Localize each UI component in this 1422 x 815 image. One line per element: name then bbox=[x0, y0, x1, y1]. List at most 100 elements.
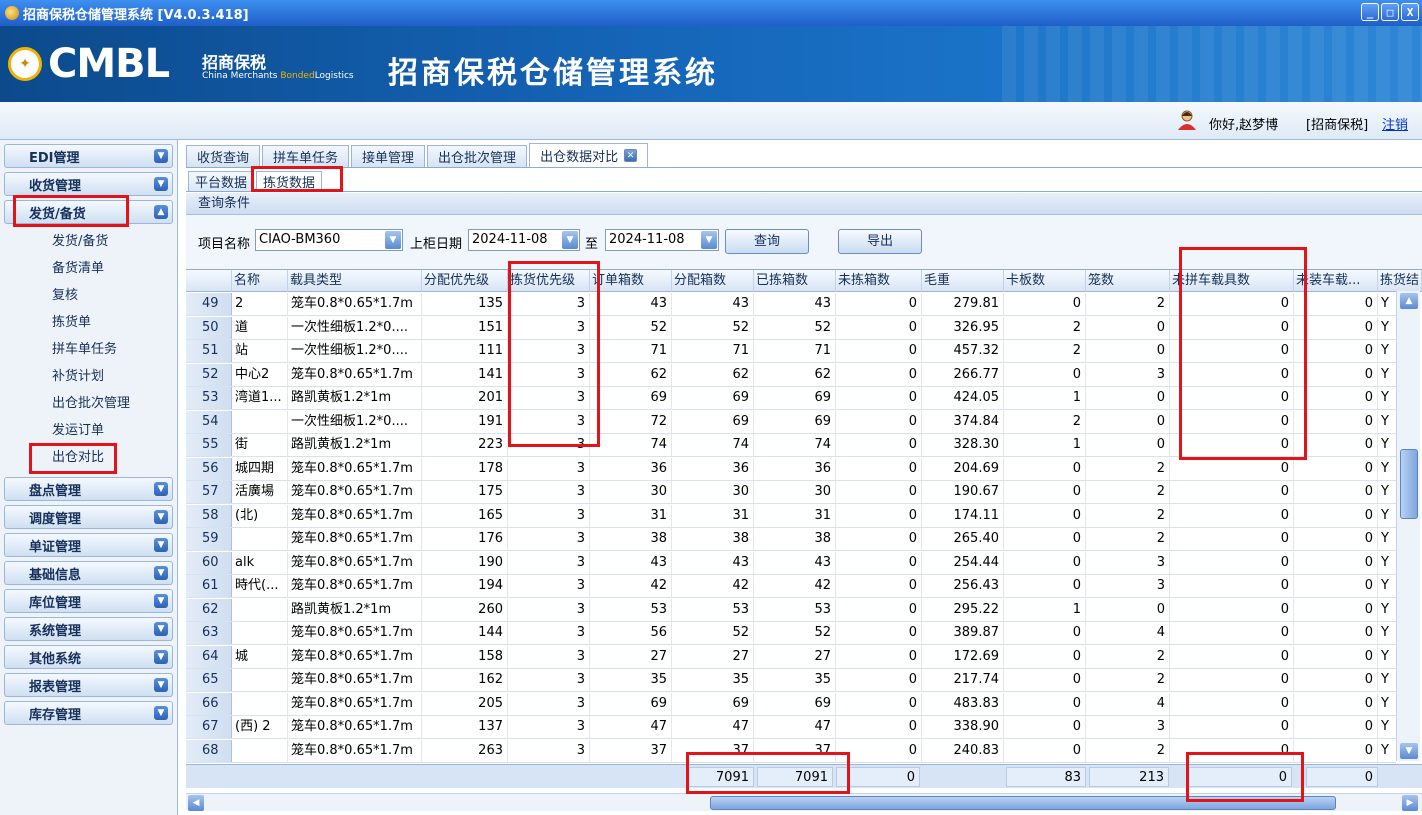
sidebar-item-stock-list[interactable]: 备货清单 bbox=[0, 255, 177, 282]
header-picked-boxes[interactable]: 已拣箱数 bbox=[754, 270, 836, 292]
horizontal-scroll-thumb[interactable] bbox=[710, 796, 1336, 810]
cell-gross-weight: 326.95 bbox=[922, 316, 1004, 339]
tab-receiving-query[interactable]: 收货查询 bbox=[186, 145, 261, 167]
cell-name bbox=[232, 739, 288, 762]
cell-carrier-type: 笼车0.8*0.65*1.7m bbox=[288, 716, 422, 738]
sidebar-item-dispatch-order[interactable]: 发运订单 bbox=[0, 417, 177, 444]
minimize-button[interactable]: _ bbox=[1361, 3, 1379, 21]
cell-unpicked-boxes: 0 bbox=[836, 387, 922, 409]
sidebar-item-shipping[interactable]: 发货/备货 bbox=[0, 228, 177, 255]
sidebar-group-edi[interactable]: EDI管理 ▼ bbox=[4, 144, 173, 168]
sidebar-group-shipping[interactable]: 发货/备货 ▲ bbox=[4, 200, 173, 224]
sidebar-item-outbound-batch[interactable]: 出仓批次管理 bbox=[0, 390, 177, 417]
tab-carpool-task[interactable]: 拼车单任务 bbox=[262, 145, 350, 167]
sidebar-item-replenish-plan[interactable]: 补货计划 bbox=[0, 363, 177, 390]
cell-picked-boxes: 74 bbox=[754, 434, 836, 456]
table-row[interactable]: 68 笼车0.8*0.65*1.7m 263 3 37 37 37 0 240.83 0 2 0 0 Y bbox=[186, 739, 1400, 763]
header-order-boxes[interactable]: 订单箱数 bbox=[590, 270, 672, 292]
project-select[interactable]: CIAO-BM360 ▼ bbox=[255, 229, 403, 251]
sidebar-item-carpool-task[interactable]: 拼车单任务 bbox=[0, 336, 177, 363]
sidebar-group-system[interactable]: 系统管理 ▼ bbox=[4, 617, 173, 641]
table-row[interactable]: 55 街路凯黄板1.2*1m 223 3 74 74 74 0 328.30 1 0 0 0 Y bbox=[186, 434, 1400, 457]
header-pallets[interactable]: 卡板数 bbox=[1004, 270, 1086, 292]
cell-cages: 3 bbox=[1086, 363, 1170, 386]
sidebar-item-outbound-compare[interactable]: 出仓对比 bbox=[0, 444, 177, 471]
sidebar-group-receiving[interactable]: 收货管理 ▼ bbox=[4, 172, 173, 196]
tab-outbound-batch[interactable]: 出仓批次管理 bbox=[427, 145, 528, 167]
scroll-right-icon[interactable]: ▶ bbox=[1402, 795, 1418, 811]
sidebar-item-review[interactable]: 复核 bbox=[0, 282, 177, 309]
date-from-picker[interactable]: 2024-11-08 ▼ bbox=[468, 229, 580, 251]
table-row[interactable]: 56 城四期 笼车0.8*0.65*1.7m 178 3 36 36 36 0 204.69 0 2 0… bbox=[186, 457, 1400, 481]
cell-unloaded: 0 bbox=[1294, 316, 1378, 339]
scroll-up-icon[interactable]: ▲ bbox=[1400, 293, 1418, 309]
header-cages[interactable]: 笼数 bbox=[1086, 270, 1170, 292]
table-row[interactable]: 67 (西) 2 笼车0.8*0.65*1.7m 137 3 47 47 47 0 338.90 0… bbox=[186, 716, 1400, 739]
close-tab-icon[interactable]: ✕ bbox=[624, 149, 638, 162]
header-unloaded[interactable]: 未装车载... bbox=[1294, 270, 1378, 292]
table-row[interactable]: 65 笼车0.8*0.65*1.7m 162 3 35 35 35 0 217.74 0 2 0 0 Y bbox=[186, 669, 1400, 692]
cell-unpicked-boxes: 0 bbox=[836, 551, 922, 574]
tab-outbound-compare[interactable]: 出仓数据对比 ✕ bbox=[529, 143, 649, 167]
table-row[interactable]: 63 笼车0.8*0.65*1.7m 144 3 56 52 52 0 389.87 0 4 0 0 Y bbox=[186, 622, 1400, 645]
header-alloc-boxes[interactable]: 分配箱数 bbox=[672, 270, 754, 292]
table-row[interactable]: 51 站一次性细板1.2*0.... 111 3 71 71 71 0 457.32 2 0 0 0 Y bbox=[186, 340, 1400, 363]
header-name[interactable]: 名称 bbox=[232, 270, 288, 292]
search-button[interactable]: 查询 bbox=[725, 229, 809, 254]
scroll-down-icon[interactable]: ▼ bbox=[1400, 743, 1418, 759]
header-gross-weight[interactable]: 毛重 bbox=[922, 270, 1004, 292]
cell-pallets: 0 bbox=[1004, 363, 1086, 386]
scroll-left-icon[interactable]: ◀ bbox=[188, 795, 204, 811]
sidebar-group-location[interactable]: 库位管理 ▼ bbox=[4, 589, 173, 613]
calendar-dropdown-icon[interactable]: ▼ bbox=[701, 231, 717, 249]
close-button[interactable]: X bbox=[1401, 3, 1419, 21]
table-row[interactable]: 54 一次性细板1.2*0.... 191 3 72 69 69 0 374.84 2 0 0 0 Y bbox=[186, 410, 1400, 434]
sidebar-item-pick-list[interactable]: 拣货单 bbox=[0, 309, 177, 336]
table-row[interactable]: 64 城笼车0.8*0.65*1.7m 158 3 27 27 27 0 172.69 0 2 0 0 Y bbox=[186, 645, 1400, 669]
cell-name bbox=[232, 622, 288, 644]
subtab-platform-data[interactable]: 平台数据 bbox=[188, 171, 255, 191]
table-row[interactable]: 61 時代(... 笼车0.8*0.65*1.7m 194 3 42 42 42 0 256.43… bbox=[186, 575, 1400, 598]
calendar-dropdown-icon[interactable]: ▼ bbox=[562, 231, 578, 249]
sidebar-group-basic-info[interactable]: 基础信息 ▼ bbox=[4, 561, 173, 585]
vertical-scroll-thumb[interactable] bbox=[1400, 449, 1418, 519]
table-row[interactable]: 66 笼车0.8*0.65*1.7m 205 3 69 69 69 0 483.83 0 4 0 0 Y bbox=[186, 692, 1400, 716]
logout-link[interactable]: 注销 bbox=[1382, 114, 1408, 133]
chevron-down-icon[interactable]: ▼ bbox=[385, 231, 401, 249]
date-to-picker[interactable]: 2024-11-08 ▼ bbox=[605, 229, 719, 251]
horizontal-scrollbar[interactable]: ◀ ▶ bbox=[186, 793, 1422, 811]
cell-cages: 2 bbox=[1086, 504, 1170, 527]
sidebar-group-inventory[interactable]: 库存管理 ▼ bbox=[4, 701, 173, 725]
header-pick-priority[interactable]: 拣货优先级 bbox=[508, 270, 590, 292]
header-alloc-priority[interactable]: 分配优先级 bbox=[422, 270, 508, 292]
maximize-button[interactable]: □ bbox=[1381, 3, 1399, 21]
header-unpicked-boxes[interactable]: 未拣箱数 bbox=[836, 270, 922, 292]
cell-pick-priority: 3 bbox=[508, 598, 590, 621]
vertical-scrollbar[interactable]: ▲ ▼ bbox=[1396, 291, 1420, 761]
table-row[interactable]: 59 笼车0.8*0.65*1.7m 176 3 38 38 38 0 265.40 0 2 0 0 Y bbox=[186, 528, 1400, 551]
sidebar-group-documents[interactable]: 单证管理 ▼ bbox=[4, 533, 173, 557]
cell-alloc-boxes: 53 bbox=[672, 598, 754, 621]
table-row[interactable]: 58 (北) 笼车0.8*0.65*1.7m 165 3 31 31 31 0 174.11 0 2 0… bbox=[186, 504, 1400, 528]
table-row[interactable]: 53 湾道1... 路凯黄板1.2*1m 201 3 69 69 69 0 424.05 1 0 0 0 Y bbox=[186, 387, 1400, 410]
header-carrier-type[interactable]: 载具类型 bbox=[288, 270, 422, 292]
table-row[interactable]: 62 路凯黄板1.2*1m 260 3 53 53 53 0 295.22 1 0 0 0 Y bbox=[186, 598, 1400, 622]
subtab-pick-data[interactable]: 拣货数据 bbox=[256, 171, 323, 191]
sidebar-group-other[interactable]: 其他系统 ▼ bbox=[4, 645, 173, 669]
export-button[interactable]: 导出 bbox=[838, 229, 922, 254]
cell-picked-boxes: 52 bbox=[754, 622, 836, 644]
table-row[interactable]: 60 alk 笼车0.8*0.65*1.7m 190 3 43 43 43 0 254.44 0 3 0… bbox=[186, 551, 1400, 575]
header-pick-result[interactable]: 拣货结 bbox=[1378, 270, 1422, 292]
cell-gross-weight: 295.22 bbox=[922, 598, 1004, 621]
table-row[interactable]: 52 中心2 笼车0.8*0.65*1.7m 141 3 62 62 62 0 266.77 0 3 0… bbox=[186, 363, 1400, 387]
cell-pick-priority: 3 bbox=[508, 575, 590, 597]
table-row[interactable]: 49 2 笼车0.8*0.65*1.7m 135 3 43 43 43 0 279.81 0 2 0 0 Y bbox=[186, 293, 1400, 316]
tab-order-management[interactable]: 接单管理 bbox=[351, 145, 426, 167]
sidebar-group-stocktake[interactable]: 盘点管理 ▼ bbox=[4, 477, 173, 501]
header-unpooled-carriers[interactable]: 未拼车载具数 bbox=[1170, 270, 1294, 292]
sidebar-group-reports[interactable]: 报表管理 ▼ bbox=[4, 673, 173, 697]
table-row[interactable]: 50 道一次性细板1.2*0.... 151 3 52 52 52 0 326.95 2 0 0 0 Y bbox=[186, 316, 1400, 340]
table-row[interactable]: 57 活廣場 笼车0.8*0.65*1.7m 175 3 30 30 30 0 190.67 0 2 0… bbox=[186, 481, 1400, 504]
sidebar-group-dispatch[interactable]: 调度管理 ▼ bbox=[4, 505, 173, 529]
cell-order-boxes: 35 bbox=[590, 669, 672, 691]
